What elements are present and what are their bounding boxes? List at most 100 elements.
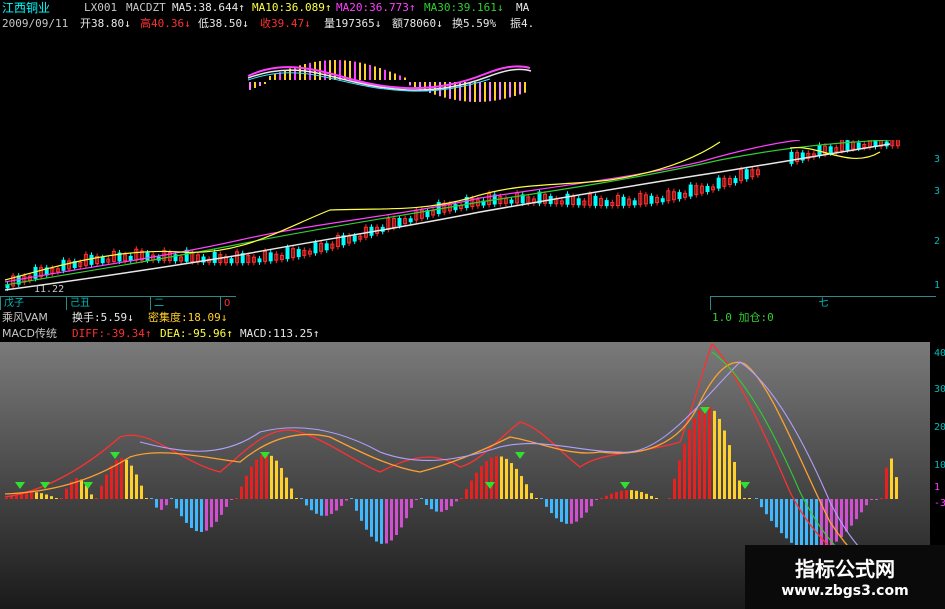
macd-histogram-bar [145, 498, 148, 499]
macd-histogram-bar [600, 498, 603, 499]
macd-histogram-bar [855, 499, 858, 520]
macd-histogram-bar [525, 484, 528, 499]
macd-histogram-bar [155, 499, 158, 508]
mini-preview-chart [247, 60, 532, 102]
macd-histogram-bar [678, 460, 681, 499]
macd-histogram-bar [195, 499, 198, 532]
candle-body [677, 192, 682, 200]
macd-histogram-bar [620, 490, 623, 499]
macd-histogram-bar [870, 499, 873, 500]
mini-histogram-bar [514, 82, 516, 96]
macd-histogram-bar [845, 499, 848, 532]
date-segment[interactable]: 二 [150, 296, 222, 310]
macd-histogram-bar [360, 499, 363, 521]
macd-histogram-bar [728, 445, 731, 499]
high-price: 高40.36↓ [140, 17, 191, 30]
macd-histogram-bar [515, 468, 518, 499]
macd-histogram-bar [300, 498, 303, 499]
date-segment-right[interactable]: 七 [710, 296, 936, 310]
macd-histogram-bar [738, 480, 741, 499]
mini-histogram-bar [409, 82, 411, 86]
macd-histogram-bar [140, 485, 143, 499]
vam-indicator-name[interactable]: 乘风VAM [2, 310, 48, 325]
macd-histogram-bar [760, 499, 763, 508]
date-segment[interactable]: 己丑 [66, 296, 150, 310]
price-kline-chart[interactable]: 11.22 [0, 140, 930, 295]
macd-histogram-bar [200, 499, 203, 532]
macd-histogram-bar [315, 499, 318, 514]
candle-body [604, 200, 609, 207]
macd-histogram-bar [355, 499, 358, 511]
macd-histogram-bar [105, 474, 108, 499]
macd-histogram-bar [650, 495, 653, 499]
ma20-value: MA20:36.773↑ [336, 1, 416, 14]
macd-histogram-bar [840, 499, 843, 537]
mini-histogram-bar [479, 82, 481, 102]
macd-histogram-bar [530, 493, 533, 499]
macd-histogram-bar [743, 498, 746, 499]
macd-histogram-bar [230, 499, 233, 500]
ma-line-green [4, 140, 891, 286]
macd-histogram-bar [510, 463, 513, 499]
watermark-badge: 指标公式网 www.zbgs3.com [745, 545, 945, 609]
candle-body [100, 257, 105, 264]
date-segment[interactable]: 戊子 [0, 296, 66, 310]
amplitude: 振4. [510, 17, 535, 30]
macd-histogram-bar [55, 498, 58, 499]
macd-histogram-bar [135, 474, 138, 499]
macd-histogram-bar [770, 499, 773, 521]
stock-name[interactable]: 江西铜业 [2, 1, 50, 15]
mini-histogram-bar [364, 63, 366, 80]
macd-info-bar: MACD传统 DIFF:-39.34↑ DEA:-95.96↑ MACD:113… [0, 326, 945, 342]
macd-histogram-bar [165, 499, 168, 506]
macd-histogram-bar [880, 498, 883, 499]
mini-histogram-bar [264, 82, 266, 84]
mini-histogram-bar [404, 77, 406, 80]
macd-histogram-bar [185, 499, 188, 523]
macd-histogram-bar [495, 456, 498, 499]
date-segment[interactable]: 0 [220, 296, 236, 310]
mini-histogram-bar [399, 75, 401, 80]
low-price-label: 11.22 [34, 284, 64, 295]
macd-histogram-bar [455, 499, 458, 502]
open-price: 开38.80↓ [80, 17, 131, 30]
mini-histogram-bar [384, 69, 386, 80]
macd-histogram-bar [555, 499, 558, 519]
macd-histogram-bar [320, 499, 323, 516]
macd-histogram-bar [95, 498, 98, 499]
macd-histogram-bar [733, 461, 736, 499]
vam-density: 密集度:18.09↓ [148, 311, 228, 324]
mini-histogram-bar [374, 66, 376, 80]
macd-histogram-bar [668, 498, 671, 499]
macd-indicator-name[interactable]: MACD传统 [2, 326, 57, 341]
macd-histogram-bar [645, 493, 648, 499]
macd-histogram-bar [570, 499, 573, 524]
macd-axis-tick: 30 [934, 384, 945, 395]
macd-histogram-bar [430, 499, 433, 510]
mini-histogram-bar [474, 82, 476, 102]
price-axis-tick: 1 [934, 280, 941, 291]
macd-histogram-bar [580, 499, 583, 518]
macd-histogram-bar [30, 492, 33, 499]
macd-histogram-bar [723, 430, 726, 499]
macd-histogram-bar [160, 499, 163, 510]
candle-body [649, 195, 654, 204]
price-axis-tick: 3 [934, 154, 941, 165]
macd-histogram-bar [325, 499, 328, 516]
macd-histogram-bar [520, 476, 523, 499]
candle-body [789, 151, 794, 164]
macd-histogram-bar [60, 498, 63, 499]
macd-histogram-bar [220, 499, 223, 515]
macd-histogram-bar [130, 465, 133, 499]
ma5-value: MA5:38.644↑ [172, 1, 245, 14]
mini-histogram-bar [259, 82, 261, 86]
mini-histogram-bar [329, 60, 331, 80]
macd-histogram-bar [630, 490, 633, 499]
macd-histogram-bar [535, 498, 538, 499]
candle-body [744, 169, 749, 180]
macd-histogram-bar [435, 499, 438, 512]
macd-histogram-bar [395, 499, 398, 536]
macd-histogram-bar [215, 499, 218, 522]
mini-histogram-bar [394, 73, 396, 80]
macd-histogram-bar [35, 492, 38, 499]
